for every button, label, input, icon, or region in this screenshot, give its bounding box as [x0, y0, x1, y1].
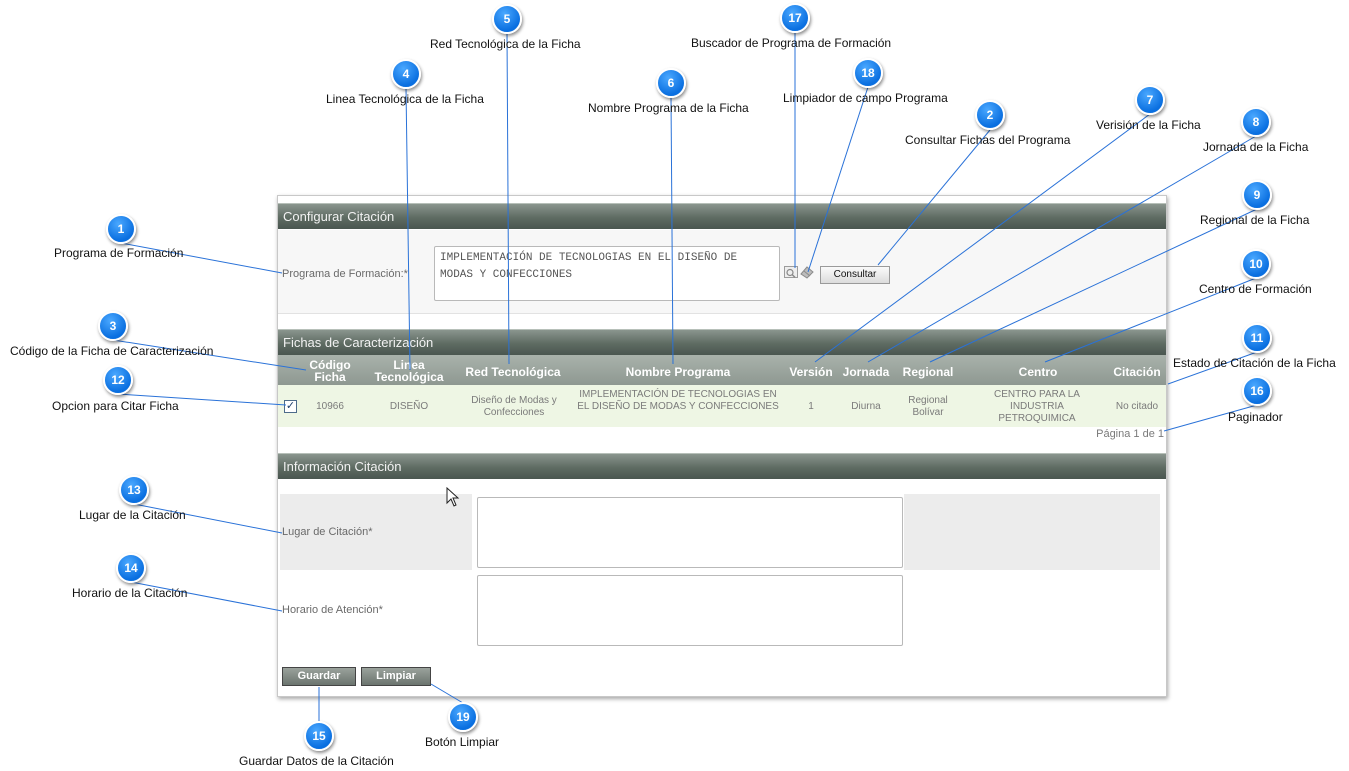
callout-caption-2: Consultar Fichas del Programa — [905, 133, 1071, 147]
callout-caption-8: Jornada de la Ficha — [1203, 140, 1309, 154]
callout-badge-14: 14 — [116, 553, 146, 583]
callout-caption-15: Guardar Datos de la Citación — [239, 754, 394, 768]
callout-caption-12: Opcion para Citar Ficha — [52, 399, 179, 413]
callout-caption-18: Limpiador de campo Programa — [783, 91, 948, 105]
callout-caption-6: Nombre Programa de la Ficha — [588, 101, 749, 115]
callout-badge-3: 3 — [98, 311, 128, 341]
callout-caption-3: Código de la Ficha de Caracterización — [10, 344, 214, 358]
callout-caption-10: Centro de Formación — [1199, 282, 1312, 296]
callout-caption-7: Verisión de la Ficha — [1096, 118, 1201, 132]
callout-badge-7: 7 — [1135, 85, 1165, 115]
callout-badge-19: 19 — [448, 702, 478, 732]
callout-badge-8: 8 — [1241, 107, 1271, 137]
callout-badge-16: 16 — [1242, 376, 1272, 406]
callout-badge-6: 6 — [656, 68, 686, 98]
callout-badge-5: 5 — [492, 4, 522, 34]
callout-badge-9: 9 — [1242, 180, 1272, 210]
callout-leader-lines — [112, 32, 1258, 722]
callout-badge-17: 17 — [780, 3, 810, 33]
callout-caption-9: Regional de la Ficha — [1200, 213, 1310, 227]
callout-badge-11: 11 — [1242, 323, 1272, 353]
callout-caption-5: Red Tecnológica de la Ficha — [430, 37, 581, 51]
callout-caption-4: Linea Tecnológica de la Ficha — [326, 92, 484, 106]
callout-badge-13: 13 — [119, 475, 149, 505]
callout-badge-2: 2 — [975, 100, 1005, 130]
callout-badge-10: 10 — [1241, 249, 1271, 279]
callout-caption-17: Buscador de Programa de Formación — [691, 36, 892, 50]
callout-caption-1: Programa de Formación — [54, 246, 184, 260]
callout-caption-14: Horario de la Citación — [72, 586, 188, 600]
callout-badge-12: 12 — [103, 365, 133, 395]
callout-badge-1: 1 — [106, 214, 136, 244]
callout-badge-15: 15 — [304, 721, 334, 751]
callout-caption-13: Lugar de la Citación — [79, 508, 186, 522]
callout-badge-4: 4 — [391, 59, 421, 89]
callout-caption-11: Estado de Citación de la Ficha — [1173, 356, 1336, 370]
callout-caption-16: Paginador — [1228, 410, 1283, 424]
callout-caption-19: Botón Limpiar — [425, 735, 500, 749]
callout-badge-18: 18 — [853, 58, 883, 88]
